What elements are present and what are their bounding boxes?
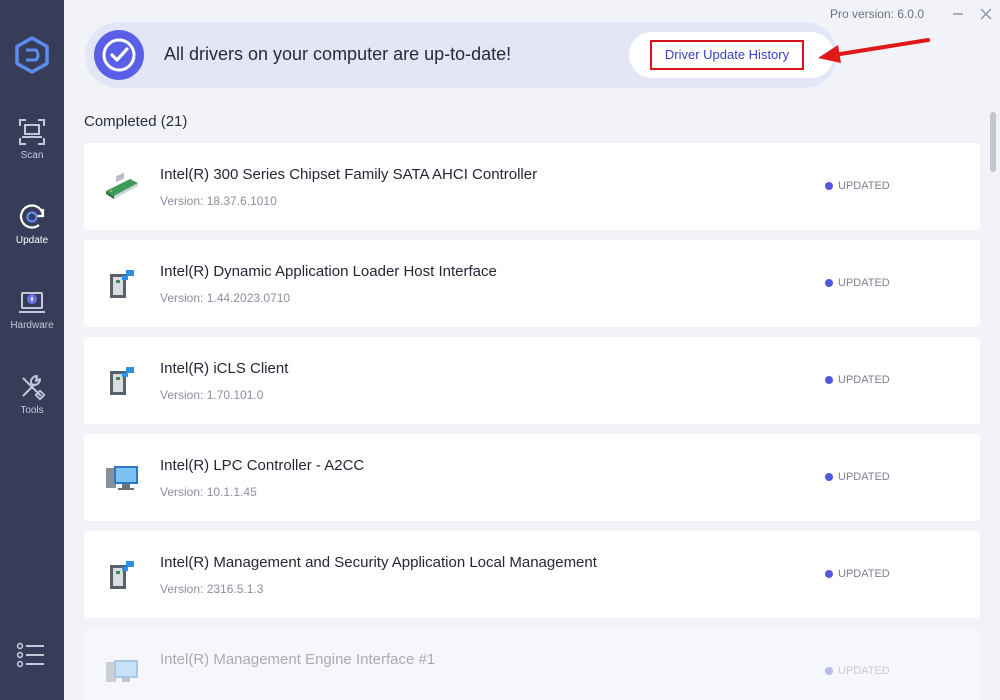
status-badge: UPDATED: [825, 180, 890, 192]
status-dot-icon: [825, 473, 833, 481]
computer-icon: [106, 466, 138, 490]
title-bar: Pro version: 6.0.0: [830, 0, 1000, 28]
driver-name: Intel(R) iCLS Client: [160, 360, 289, 377]
status-text: UPDATED: [838, 665, 890, 677]
sidebar-item-scan[interactable]: Scan: [0, 117, 64, 197]
banner-message: All drivers on your computer are up-to-d…: [164, 44, 512, 64]
driver-update-history-link[interactable]: Driver Update History: [650, 40, 804, 70]
driver-name: Intel(R) 300 Series Chipset Family SATA …: [160, 166, 538, 183]
main-panel: Pro version: 6.0.0 All drivers on your c…: [64, 0, 1000, 700]
status-badge: UPDATED: [825, 471, 890, 483]
driver-list: Intel(R) 300 Series Chipset Family SATA …: [84, 143, 980, 700]
sidebar: Scan Update Hardware Tools: [0, 0, 64, 700]
sidebar-item-hardware[interactable]: Hardware: [0, 287, 64, 367]
driver-version: Version: 18.37.6.1010: [160, 194, 277, 208]
pro-version-label: Pro version: 6.0.0: [829, 7, 924, 21]
driver-name: Intel(R) Management and Security Applica…: [160, 554, 597, 571]
scan-icon: [19, 119, 45, 145]
minimize-icon: [953, 13, 963, 15]
status-text: UPDATED: [838, 471, 890, 483]
sidebar-item-tools[interactable]: Tools: [0, 372, 64, 452]
driver-name: Intel(R) Dynamic Application Loader Host…: [160, 263, 497, 280]
close-icon: [980, 8, 992, 20]
status-text: UPDATED: [838, 374, 890, 386]
driver-version: Version: 1.70.101.0: [160, 388, 264, 402]
status-dot-icon: [825, 667, 833, 675]
history-pill: Driver Update History: [629, 32, 834, 78]
system-device-icon: [110, 367, 134, 395]
menu-list-icon[interactable]: [16, 640, 46, 670]
status-text: UPDATED: [838, 277, 890, 289]
tools-icon: [22, 374, 46, 401]
check-circle-icon: [94, 30, 144, 80]
driver-easy-logo-icon: [15, 36, 49, 74]
sidebar-item-label: Scan: [20, 150, 44, 161]
status-badge: UPDATED: [825, 568, 890, 580]
driver-card: Intel(R) iCLS Client Version: 1.70.101.0…: [84, 337, 980, 424]
close-button[interactable]: [972, 0, 1000, 28]
red-arrow-icon: [818, 38, 930, 63]
sidebar-item-label: Update: [15, 235, 49, 246]
driver-card: Intel(R) Dynamic Application Loader Host…: [84, 240, 980, 327]
hardware-icon: [19, 292, 45, 313]
driver-version: Version: 2316.5.1.3: [160, 582, 264, 596]
driver-name: Intel(R) Management Engine Interface #1: [160, 651, 436, 668]
update-icon: [19, 204, 45, 229]
status-dot-icon: [825, 182, 833, 190]
section-title: Completed (21): [84, 113, 188, 130]
status-dot-icon: [825, 376, 833, 384]
driver-version: Version: 1.44.2023.0710: [160, 291, 291, 305]
system-device-icon: [110, 270, 134, 298]
computer-icon: [106, 660, 138, 682]
status-dot-icon: [825, 279, 833, 287]
driver-card: Intel(R) LPC Controller - A2CC Version: …: [84, 434, 980, 521]
system-device-icon: [110, 561, 134, 589]
status-badge: UPDATED: [825, 665, 890, 677]
driver-name: Intel(R) LPC Controller - A2CC: [160, 457, 365, 474]
scrollbar-thumb[interactable]: [990, 112, 996, 172]
storage-controller-icon: [106, 172, 138, 199]
sidebar-item-label: Tools: [20, 405, 44, 416]
status-text: UPDATED: [838, 180, 890, 192]
status-text: UPDATED: [838, 568, 890, 580]
minimize-button[interactable]: [944, 0, 972, 28]
status-badge: UPDATED: [825, 374, 890, 386]
status-badge: UPDATED: [825, 277, 890, 289]
status-dot-icon: [825, 570, 833, 578]
sidebar-item-update[interactable]: Update: [0, 202, 64, 282]
sidebar-item-label: Hardware: [10, 320, 54, 331]
driver-card: Intel(R) Management Engine Interface #1 …: [84, 628, 980, 700]
status-banner: All drivers on your computer are up-to-d…: [85, 22, 837, 88]
driver-card: Intel(R) Management and Security Applica…: [84, 531, 980, 618]
driver-card: Intel(R) 300 Series Chipset Family SATA …: [84, 143, 980, 230]
driver-version: Version: 10.1.1.45: [160, 485, 257, 499]
